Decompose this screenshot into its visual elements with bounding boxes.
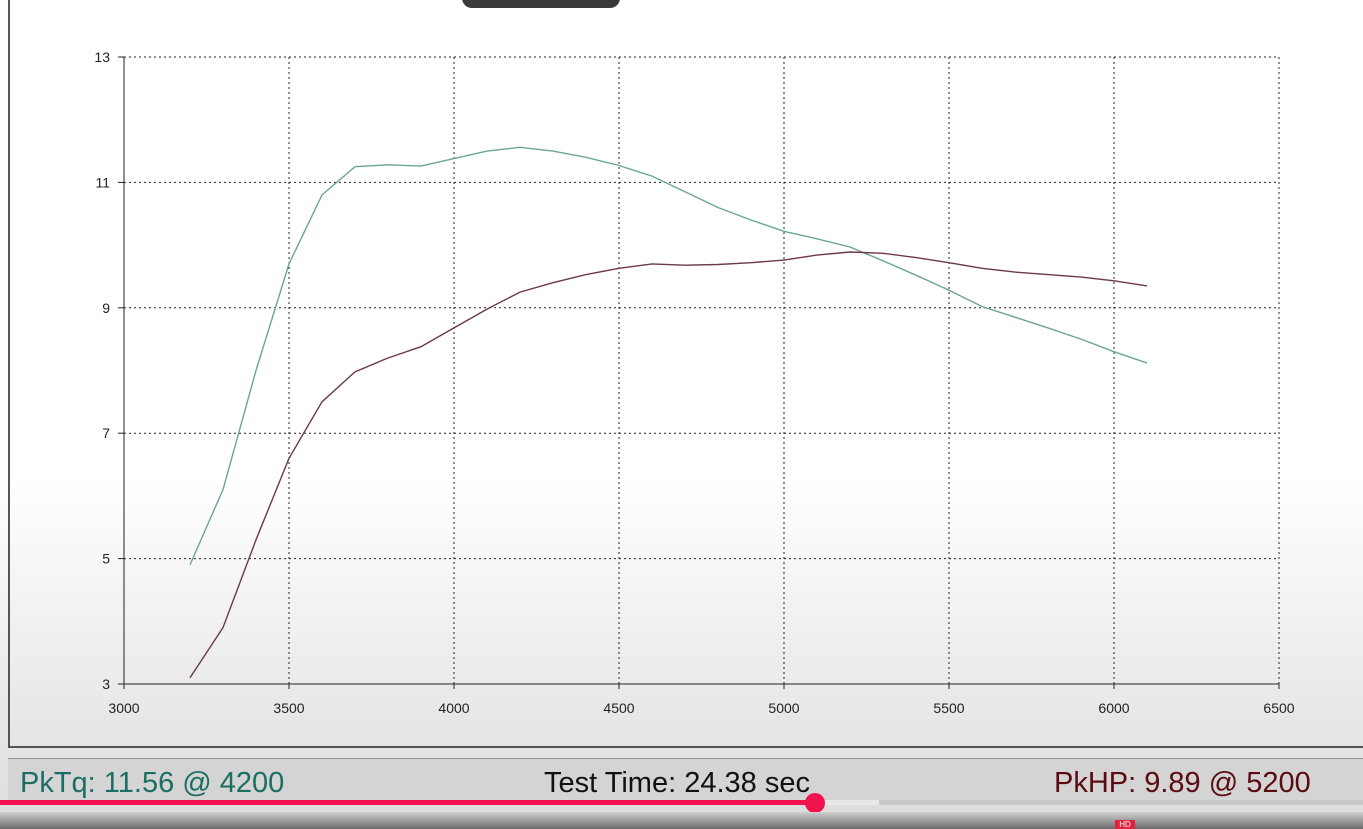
series-line-1 [189, 146, 1148, 566]
x-tick-label: 3000 [108, 700, 139, 716]
y-tick-label: 7 [102, 425, 110, 441]
tick-layer: 3000 3500 4000 4500 5000 5500 6000 6500 3 5 7 9 11 13 [94, 49, 1294, 716]
x-tick-label: 4500 [603, 700, 634, 716]
x-tick-label: 5500 [933, 700, 964, 716]
x-tick-label: 6500 [1263, 700, 1294, 716]
peak-torque-readout: PkTq: 11.56 @ 4200 [20, 767, 285, 799]
video-progress-fill [0, 800, 816, 805]
hd-badge: HD [1115, 820, 1135, 829]
peak-hp-readout: PkHP: 9.89 @ 5200 [1054, 767, 1311, 799]
series-layer [189, 146, 1148, 679]
video-controls-strip [0, 812, 1363, 829]
grid-layer [123, 56, 1280, 685]
x-tick-label: 6000 [1098, 700, 1129, 716]
x-tick-label: 4000 [438, 700, 469, 716]
x-tick-label: 3500 [273, 700, 304, 716]
test-time-readout: Test Time: 24.38 sec [544, 767, 810, 799]
y-tick-label: 3 [102, 676, 110, 692]
y-tick-label: 9 [102, 300, 110, 316]
video-scrubber-handle[interactable] [805, 793, 826, 813]
y-tick-label: 11 [95, 174, 110, 190]
y-tick-label: 13 [94, 49, 110, 65]
y-tick-label: 5 [102, 551, 110, 567]
dyno-chart: 3000 3500 4000 4500 5000 5500 6000 6500 3 5 7 9 11 13 [94, 49, 1294, 716]
series-line-2 [189, 251, 1148, 679]
x-tick-label: 5000 [768, 700, 799, 716]
